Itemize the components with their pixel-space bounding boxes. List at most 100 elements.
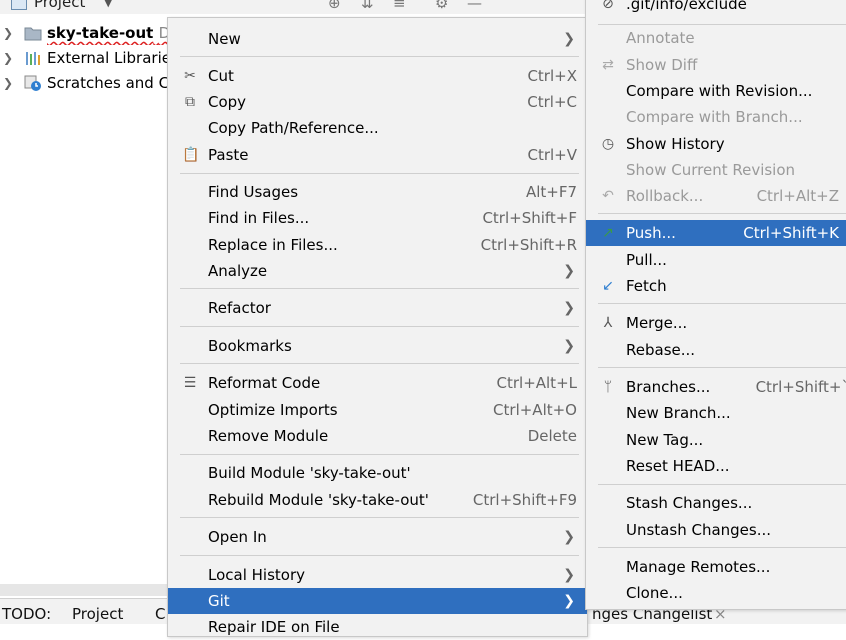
chevron-right-icon: ❯ xyxy=(563,31,575,47)
diff-icon: ⇄ xyxy=(602,57,614,73)
clock-icon: ◷ xyxy=(601,136,615,152)
chevron-right-icon: ❯ xyxy=(563,593,575,609)
menu-item-pull[interactable]: Pull... xyxy=(586,247,846,273)
menu-item-cut[interactable]: ✂ Cut Ctrl+X xyxy=(168,63,587,89)
menu-item-rebuild-module[interactable]: Rebuild Module 'sky-take-out' Ctrl+Shift… xyxy=(168,487,587,513)
menu-item-refactor[interactable]: Refactor ❯ xyxy=(168,295,587,321)
menu-item-push[interactable]: ↗ Push... Ctrl+Shift+K xyxy=(586,220,846,246)
exclude-icon: ⊘ xyxy=(602,0,614,12)
menu-item-local-history[interactable]: Local History ❯ xyxy=(168,562,587,588)
gear-icon[interactable]: ⚙ xyxy=(435,0,448,12)
menu-separator xyxy=(180,517,579,518)
chevron-right-icon[interactable]: ❯ xyxy=(3,71,13,95)
menu-item-manage-remotes[interactable]: Manage Remotes... xyxy=(586,554,846,580)
scissors-icon: ✂ xyxy=(184,68,196,84)
menu-item-show-diff[interactable]: ⇄ Show Diff xyxy=(586,52,846,78)
menu-separator xyxy=(180,56,579,57)
menu-item-find-in-files[interactable]: Find in Files... Ctrl+Shift+F xyxy=(168,205,587,231)
menu-item-optimize-imports[interactable]: Optimize Imports Ctrl+Alt+O xyxy=(168,397,587,423)
menu-item-branches[interactable]: ᛘ Branches... Ctrl+Shift+` xyxy=(586,374,846,400)
menu-item-unstash[interactable]: Unstash Changes... xyxy=(586,517,846,543)
project-title[interactable]: Project xyxy=(34,0,85,11)
menu-separator xyxy=(180,363,579,364)
horizontal-scrollbar[interactable] xyxy=(0,584,168,596)
menu-item-find-usages[interactable]: Find Usages Alt+F7 xyxy=(168,179,587,205)
menu-item-new-branch[interactable]: New Branch... xyxy=(586,400,846,426)
menu-item-build-module[interactable]: Build Module 'sky-take-out' xyxy=(168,460,587,486)
menu-item-show-current-revision[interactable]: Show Current Revision xyxy=(586,157,846,183)
menu-separator xyxy=(180,326,579,327)
git-submenu: ⊘ .git/info/exclude Annotate ⇄ Show Diff… xyxy=(585,0,846,610)
fetch-arrow-icon: ↙ xyxy=(602,278,614,294)
menu-item-compare-branch[interactable]: Compare with Branch... xyxy=(586,104,846,130)
menu-item-bookmarks[interactable]: Bookmarks ❯ xyxy=(168,333,587,359)
scratches-icon xyxy=(24,75,41,91)
project-toolwindow-header: Project ▼ ⊕ ⇊ ≡ ⚙ — xyxy=(0,0,588,14)
tree-row-scratches[interactable]: ❯ Scratches and Consoles xyxy=(0,71,168,95)
tree-label: Scratches and Consoles xyxy=(47,74,168,92)
menu-item-fetch[interactable]: ↙ Fetch xyxy=(586,273,846,299)
menu-item-annotate[interactable]: Annotate xyxy=(586,25,846,51)
menu-item-paste[interactable]: 📋 Paste Ctrl+V xyxy=(168,142,587,168)
menu-separator xyxy=(598,484,846,485)
menu-separator xyxy=(180,288,579,289)
menu-separator xyxy=(598,367,846,368)
tree-row-root[interactable]: ❯ sky-take-out D: xyxy=(0,21,168,45)
menu-separator xyxy=(180,555,579,556)
push-arrow-icon: ↗ xyxy=(602,225,614,241)
menu-item-new[interactable]: New ❯ xyxy=(168,26,587,52)
menu-item-git-exclude[interactable]: ⊘ .git/info/exclude xyxy=(586,0,846,17)
menu-item-remove-module[interactable]: Remove Module Delete xyxy=(168,423,587,449)
project-tab[interactable]: Project xyxy=(72,605,123,623)
menu-item-clone[interactable]: Clone... xyxy=(586,580,846,606)
chevron-down-icon[interactable]: ▼ xyxy=(104,0,112,9)
menu-item-open-in[interactable]: Open In ❯ xyxy=(168,524,587,550)
locate-icon[interactable]: ⊕ xyxy=(328,0,341,12)
minimize-icon[interactable]: — xyxy=(467,0,482,12)
menu-item-copy[interactable]: ⧉ Copy Ctrl+C xyxy=(168,89,587,115)
project-root-name: sky-take-out xyxy=(47,24,154,42)
menu-item-rebase[interactable]: Rebase... xyxy=(586,337,846,363)
menu-item-git[interactable]: Git ❯ xyxy=(168,588,587,614)
tree-label: External Libraries xyxy=(47,49,168,67)
chevron-right-icon: ❯ xyxy=(563,529,575,545)
menu-item-reset-head[interactable]: Reset HEAD... xyxy=(586,453,846,479)
menu-separator xyxy=(598,213,846,214)
menu-item-replace-in-files[interactable]: Replace in Files... Ctrl+Shift+R xyxy=(168,232,587,258)
clipboard-icon: 📋 xyxy=(182,147,200,163)
c-tab[interactable]: C xyxy=(155,605,165,623)
chevron-right-icon: ❯ xyxy=(563,300,575,316)
expand-all-icon[interactable]: ≡ xyxy=(393,0,406,12)
collapse-all-icon[interactable]: ⇊ xyxy=(361,0,374,12)
menu-item-merge[interactable]: ⅄ Merge... xyxy=(586,310,846,336)
menu-separator xyxy=(180,173,579,174)
tree-row-external-libraries[interactable]: ❯ External Libraries xyxy=(0,46,168,70)
menu-item-show-history[interactable]: ◷ Show History xyxy=(586,131,846,157)
menu-separator xyxy=(598,547,846,548)
branch-icon: ᛘ xyxy=(603,379,613,395)
chevron-right-icon[interactable]: ❯ xyxy=(3,46,13,70)
todo-tab[interactable]: TODO: xyxy=(2,605,51,623)
chevron-right-icon: ❯ xyxy=(563,263,575,279)
menu-separator xyxy=(180,454,579,455)
menu-item-rollback[interactable]: ↶ Rollback... Ctrl+Alt+Z xyxy=(586,183,846,209)
rollback-icon: ↶ xyxy=(602,188,614,204)
menu-separator xyxy=(598,303,846,304)
reformat-icon: ☰ xyxy=(183,375,197,391)
menu-item-reformat-code[interactable]: ☰ Reformat Code Ctrl+Alt+L xyxy=(168,370,587,396)
chevron-right-icon: ❯ xyxy=(563,338,575,354)
chevron-right-icon: ❯ xyxy=(563,567,575,583)
menu-item-stash[interactable]: Stash Changes... xyxy=(586,490,846,516)
folder-icon xyxy=(24,27,42,41)
menu-item-copy-path[interactable]: Copy Path/Reference... xyxy=(168,115,587,141)
menu-item-analyze[interactable]: Analyze ❯ xyxy=(168,258,587,284)
menu-item-compare-revision[interactable]: Compare with Revision... xyxy=(586,78,846,104)
project-icon xyxy=(11,0,27,10)
chevron-right-icon[interactable]: ❯ xyxy=(3,21,13,45)
library-icon xyxy=(26,52,40,65)
copy-icon: ⧉ xyxy=(185,94,195,110)
menu-item-new-tag[interactable]: New Tag... xyxy=(586,427,846,453)
context-menu: New ❯ ✂ Cut Ctrl+X ⧉ Copy Ctrl+C Copy Pa… xyxy=(167,17,588,637)
menu-item-repair-ide[interactable]: Repair IDE on File xyxy=(168,614,587,640)
merge-icon: ⅄ xyxy=(603,315,613,331)
